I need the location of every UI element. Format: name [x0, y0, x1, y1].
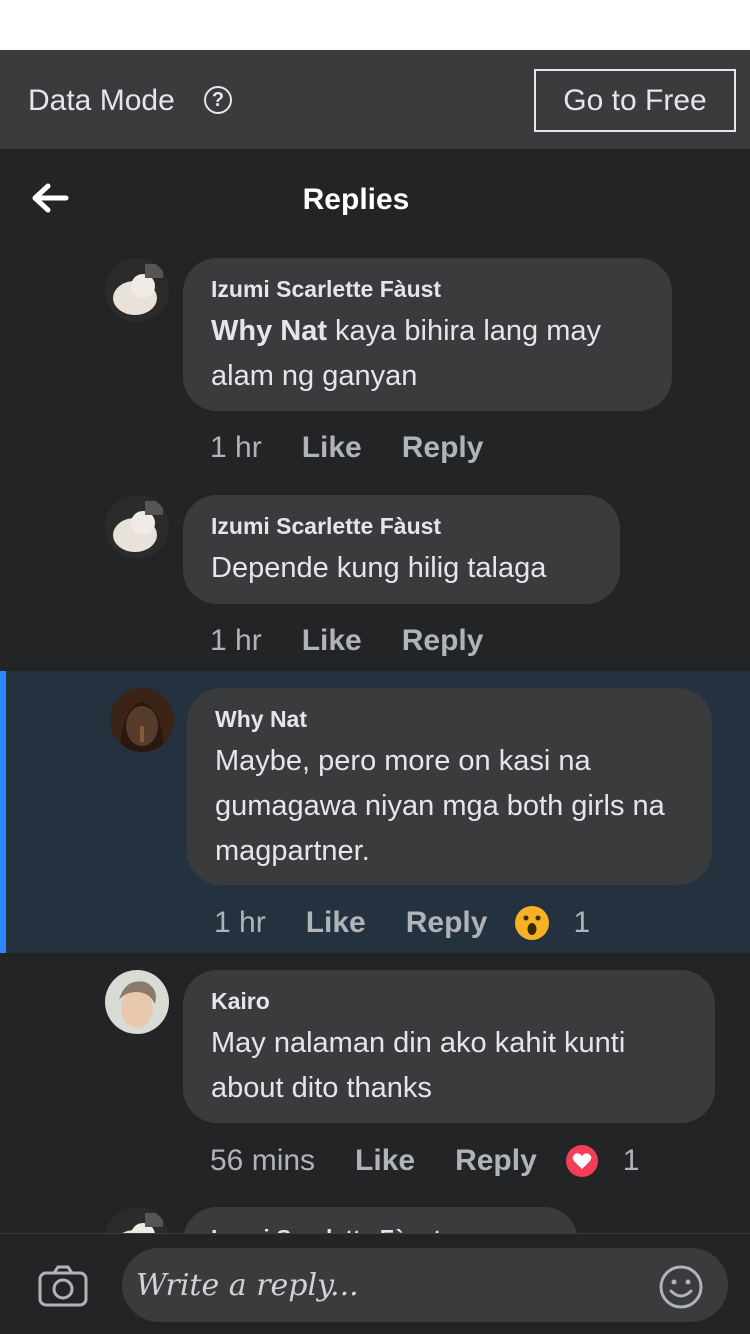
avatar[interactable]: [105, 970, 169, 1034]
reply-button[interactable]: Reply: [455, 1144, 537, 1178]
comment-actions: 56 mins Like Reply 1: [210, 1144, 639, 1178]
status-area: [0, 0, 750, 50]
comment-actions: 1 hr Like Reply: [210, 624, 483, 658]
highlight-bar: [0, 671, 6, 953]
comment-time: 1 hr: [210, 431, 262, 464]
comment-author[interactable]: Why Nat: [215, 706, 684, 733]
reply-input[interactable]: [122, 1248, 728, 1322]
comment-time: 56 mins: [210, 1144, 316, 1177]
love-reaction-icon[interactable]: [565, 1144, 599, 1178]
data-mode-label: Data Mode: [28, 84, 175, 117]
comment-actions: 1 hr Like Reply 1: [214, 906, 590, 940]
comment-actions: 1 hr Like Reply: [210, 431, 483, 465]
comment-author[interactable]: Izumi Scarlette Fàust: [211, 513, 592, 540]
help-icon[interactable]: ?: [204, 86, 232, 114]
comment-author[interactable]: Kairo: [211, 988, 687, 1015]
like-button[interactable]: Like: [306, 906, 366, 940]
comment-time: 1 hr: [210, 624, 262, 657]
reply-button[interactable]: Reply: [402, 624, 484, 658]
comment-time: 1 hr: [214, 906, 266, 939]
comment-bubble: Kairo May nalaman din ako kahit kunti ab…: [183, 970, 715, 1123]
comment-text: May nalaman din ako kahit kunti about di…: [211, 1027, 626, 1104]
reply-button[interactable]: Reply: [406, 906, 488, 940]
reaction-count[interactable]: 1: [623, 1144, 640, 1178]
mention[interactable]: Why Nat: [211, 315, 327, 347]
page-title: Replies: [302, 183, 410, 216]
emoji-icon[interactable]: [658, 1264, 704, 1310]
comment-text: Maybe, pero more on kasi na gumagawa niy…: [215, 745, 665, 867]
like-button[interactable]: Like: [355, 1144, 415, 1178]
comment-author[interactable]: Izumi Scarlette Fàust: [211, 276, 644, 303]
comment-bubble: Izumi Scarlette Fàust Depende kung hilig…: [183, 495, 620, 604]
comment-bubble: Izumi Scarlette Fàust Why Nat kaya bihir…: [183, 258, 672, 411]
wow-reaction-icon[interactable]: [515, 906, 550, 940]
comment-text: Depende kung hilig talaga: [211, 552, 547, 584]
reply-button[interactable]: Reply: [402, 431, 484, 465]
like-button[interactable]: Like: [302, 431, 362, 465]
go-to-free-button[interactable]: Go to Free: [534, 69, 736, 132]
comment-text: Why Nat kaya bihira lang may alam ng gan…: [211, 309, 644, 399]
avatar[interactable]: [105, 495, 169, 559]
avatar[interactable]: [105, 258, 169, 322]
avatar[interactable]: [110, 688, 174, 752]
comment-bubble: Why Nat Maybe, pero more on kasi na guma…: [187, 688, 712, 885]
like-button[interactable]: Like: [302, 624, 362, 658]
camera-icon[interactable]: [38, 1265, 88, 1307]
reaction-count[interactable]: 1: [573, 906, 590, 940]
